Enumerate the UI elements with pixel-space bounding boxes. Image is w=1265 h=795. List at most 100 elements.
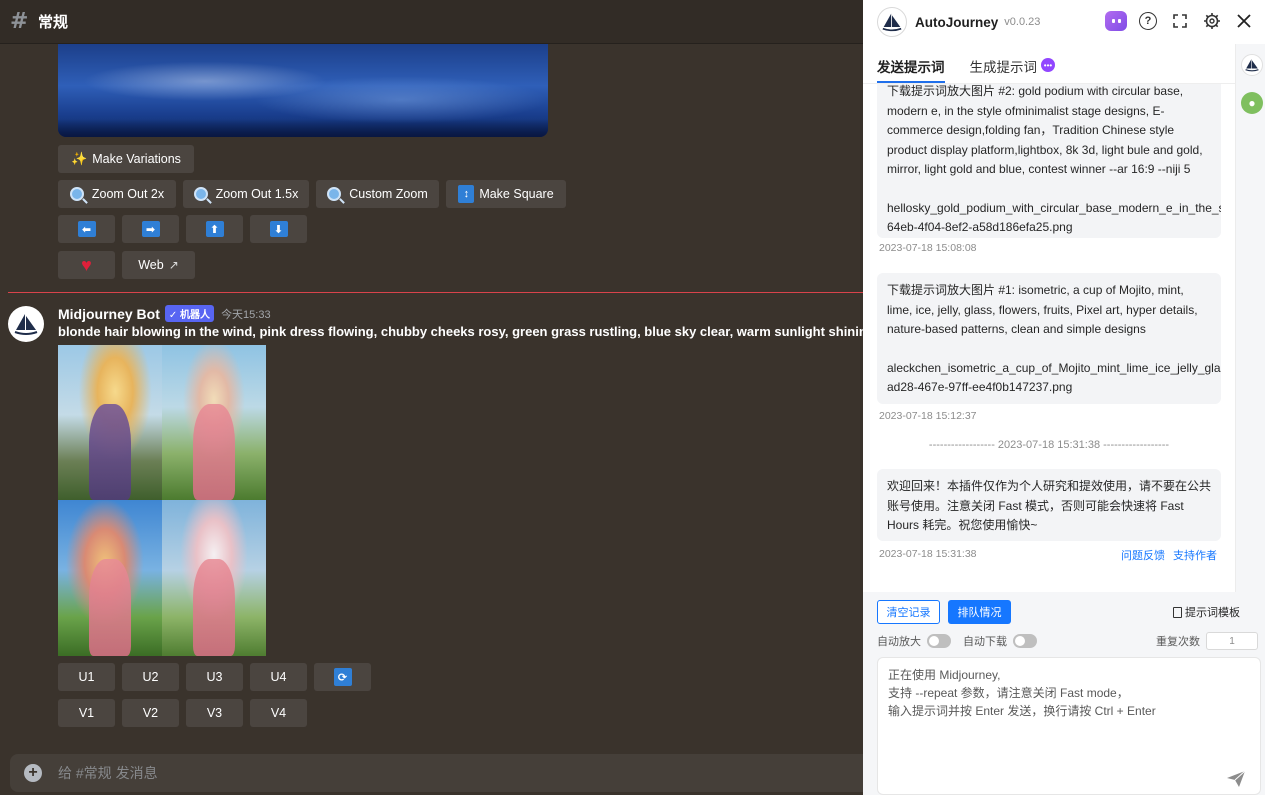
magnifier-icon — [327, 187, 342, 201]
welcome-links: 问题反馈 支持作者 — [1121, 547, 1217, 563]
panel-title: AutoJourney — [915, 14, 999, 30]
help-button[interactable]: ? — [1137, 10, 1159, 32]
clear-history-button[interactable]: 清空记录 — [877, 600, 940, 624]
external-link-icon: ↗ — [168, 258, 179, 272]
previous-image[interactable] — [58, 44, 548, 137]
upscale-2-button[interactable]: U2 — [122, 663, 179, 691]
bot-badge: ✓ 机器人 — [164, 305, 215, 322]
composer-placeholder: 给 #常规 发消息 — [58, 765, 158, 781]
autojourney-logo — [877, 7, 907, 37]
welcome-card: 欢迎回来！本插件仅作为个人研究和提效使用，请不要在公共账号使用。注意关闭 Fas… — [877, 469, 1221, 541]
reroll-button[interactable]: ⟳ — [314, 663, 371, 691]
variation-1-button[interactable]: V1 — [58, 699, 115, 727]
expand-button[interactable] — [1169, 10, 1191, 32]
question-icon: ? — [1139, 12, 1157, 30]
hash-icon: # — [10, 9, 29, 34]
close-button[interactable] — [1233, 10, 1255, 32]
control-panel: 清空记录 排队情况 提示词模板 自动放大 自动下载 重复次数 1 正在使用 Mi… — [863, 592, 1265, 795]
upscale-3-button[interactable]: U3 — [186, 663, 243, 691]
author-name[interactable]: Midjourney Bot — [58, 306, 160, 322]
message-header: Midjourney Bot ✓ 机器人 今天15:33 — [58, 305, 271, 322]
frog-icon: ● — [1248, 96, 1256, 110]
prompt-input[interactable]: 正在使用 Midjourney, 支持 --repeat 参数，请注意关闭 Fa… — [877, 657, 1261, 795]
panel-tabs: 发送提示词 生成提示词 ••• — [863, 44, 1235, 84]
strip-frog[interactable]: ● — [1241, 92, 1263, 114]
new-messages-divider — [8, 292, 863, 293]
settings-button[interactable] — [1201, 10, 1223, 32]
arrow-down-icon: ⬇ — [269, 221, 288, 237]
girl-figure — [193, 559, 235, 656]
sparkles-icon: ✨ — [71, 151, 88, 166]
feedback-link[interactable]: 问题反馈 — [1121, 547, 1165, 563]
upscale-1-button[interactable]: U1 — [58, 663, 115, 691]
custom-zoom-button[interactable]: Custom Zoom — [316, 180, 439, 208]
make-square-button[interactable]: ↕ Make Square — [446, 180, 566, 208]
upscale-4-button[interactable]: U4 — [250, 663, 307, 691]
message-composer[interactable]: + 给 #常规 发消息 — [10, 754, 863, 792]
panel-header: AutoJourney v0.0.23 ? — [863, 0, 1265, 44]
girl-figure — [193, 403, 235, 500]
zoom-out-2x-button[interactable]: Zoom Out 2x — [58, 180, 176, 208]
auto-download-option: 自动下载 — [963, 633, 1037, 649]
image-tile-4 — [162, 500, 266, 656]
queue-status-button[interactable]: 排队情况 — [948, 600, 1011, 624]
image-tile-2 — [162, 345, 266, 500]
send-icon[interactable] — [1226, 770, 1246, 788]
robot-icon — [1105, 11, 1127, 31]
pan-right-button[interactable]: ➡ — [122, 215, 179, 243]
avatar[interactable] — [8, 306, 44, 342]
gear-icon — [1204, 13, 1220, 29]
variation-2-button[interactable]: V2 — [122, 699, 179, 727]
panel-toolbar: ? — [1105, 10, 1255, 32]
sailboat-icon — [1245, 59, 1259, 72]
pan-up-button[interactable]: ⬆ — [186, 215, 243, 243]
card-time: 2023-07-18 15:08:08 — [879, 242, 977, 254]
history-card: 下载提示词放大图片 #1: isometric, a cup of Mojito… — [877, 273, 1221, 404]
zoom-out-15x-button[interactable]: Zoom Out 1.5x — [183, 180, 309, 208]
discord-chat: # 常规 ✨ Make Variations Zoom Out 2x Zoom … — [0, 0, 863, 795]
auto-download-toggle[interactable] — [1013, 634, 1037, 648]
support-link[interactable]: 支持作者 — [1173, 547, 1217, 563]
variation-3-button[interactable]: V3 — [186, 699, 243, 727]
magnifier-icon — [193, 187, 208, 201]
history-card: 下载提示词放大图片 #2: gold podium with circular … — [877, 84, 1221, 238]
make-variations-button[interactable]: ✨ Make Variations — [58, 145, 194, 173]
arrow-up-icon: ⬆ — [205, 221, 224, 237]
message-prompt: blonde hair blowing in the wind, pink dr… — [58, 324, 863, 339]
channel-name: 常规 — [38, 14, 69, 31]
message-time: 今天15:33 — [221, 308, 271, 321]
card-time: 2023-07-18 15:31:38 — [879, 548, 977, 560]
panel-version: v0.0.23 — [1004, 16, 1041, 28]
tab-send-prompt[interactable]: 发送提示词 — [877, 44, 945, 83]
variation-4-button[interactable]: V4 — [250, 699, 307, 727]
favorite-button[interactable]: ♥ — [58, 251, 115, 279]
expand-icon — [1173, 14, 1187, 28]
arrow-left-icon: ⬅ — [77, 221, 96, 237]
close-icon — [1237, 14, 1251, 28]
web-button[interactable]: Web ↗ — [122, 251, 195, 279]
girl-figure — [89, 403, 131, 500]
pan-down-button[interactable]: ⬇ — [250, 215, 307, 243]
prompt-template-button[interactable]: 提示词模板 — [1173, 604, 1265, 620]
refresh-icon: ⟳ — [333, 668, 352, 686]
plus-icon[interactable]: + — [24, 764, 42, 782]
image-tile-3 — [58, 500, 162, 656]
generated-image-grid[interactable] — [58, 345, 266, 656]
arrows-vertical-icon: ↕ — [458, 185, 475, 203]
auto-upscale-toggle[interactable] — [927, 634, 951, 648]
tab-generate-prompt[interactable]: 生成提示词 ••• — [970, 44, 1055, 83]
side-strip: ● — [1235, 44, 1265, 592]
strip-midjourney[interactable] — [1241, 54, 1263, 76]
image-tile-1 — [58, 345, 162, 500]
magnifier-icon — [69, 187, 84, 201]
girl-figure — [89, 559, 131, 656]
heart-icon: ♥ — [81, 255, 92, 275]
chat-bubble-icon: ••• — [1041, 58, 1055, 72]
pan-left-button[interactable]: ⬅ — [58, 215, 115, 243]
repeat-option: 重复次数 1 — [1156, 632, 1258, 650]
assistant-button[interactable] — [1105, 10, 1127, 32]
time-separator: ------------------ 2023-07-18 15:31:38 -… — [928, 439, 1170, 451]
repeat-count-input[interactable]: 1 — [1206, 632, 1258, 650]
sailboat-icon — [14, 314, 38, 335]
card-time: 2023-07-18 15:12:37 — [879, 410, 977, 422]
